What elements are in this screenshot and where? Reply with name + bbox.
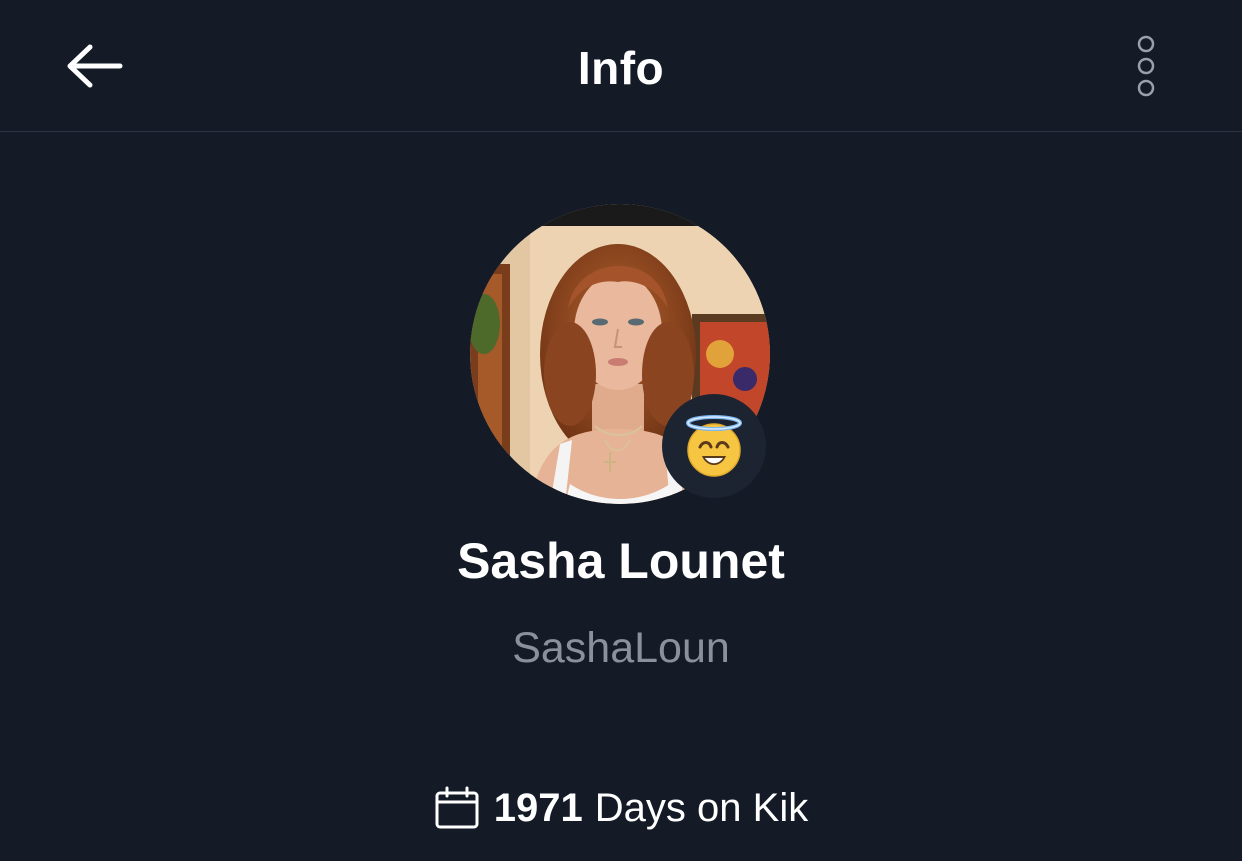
username[interactable]: SashaLoun (0, 620, 1242, 676)
more-options-button[interactable] (1118, 28, 1174, 104)
page-title: Info (577, 42, 665, 94)
profile-info-screen: Info Sasha Lounet SashaLoun 1971 Days on… (0, 0, 1242, 861)
avatar-container[interactable] (470, 204, 770, 504)
days-label: Days on Kik (594, 786, 809, 830)
mood-badge (662, 394, 766, 498)
smiling-face-with-halo-icon (686, 415, 742, 477)
days-on-kik: 1971 Days on Kik (0, 780, 1242, 836)
calendar-icon (434, 785, 480, 831)
days-count: 1971 (493, 786, 583, 830)
top-bar: Info (0, 0, 1242, 132)
more-vertical-icon (1137, 35, 1155, 97)
display-name: Sasha Lounet (457, 533, 785, 589)
